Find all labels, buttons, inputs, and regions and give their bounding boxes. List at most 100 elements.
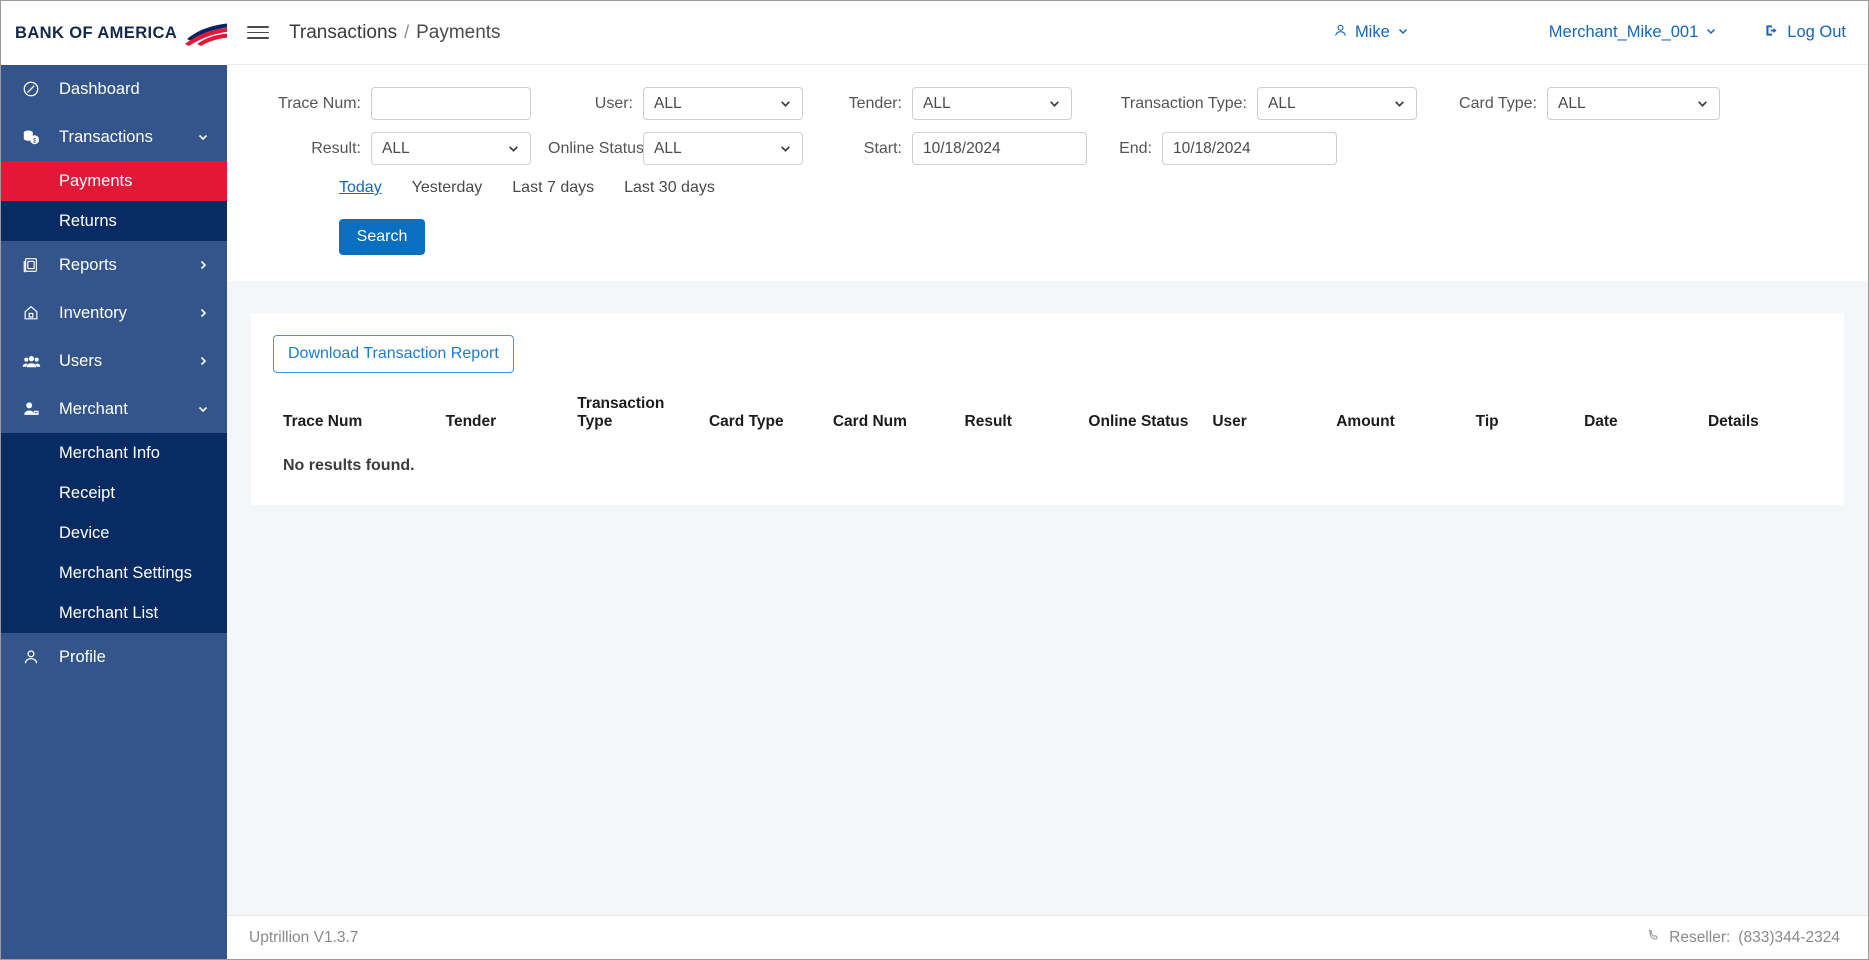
filter-label: Trace Num: bbox=[278, 94, 361, 112]
column-header-tip: Tip bbox=[1475, 413, 1499, 430]
home-box-icon bbox=[20, 304, 42, 322]
chevron-down-icon bbox=[1397, 23, 1409, 42]
sidebar-item-merchant-settings[interactable]: Merchant Settings bbox=[1, 553, 227, 593]
sidebar-subitem-label: Device bbox=[59, 523, 110, 542]
reseller-phone: (833)344-2324 bbox=[1738, 928, 1840, 946]
logout-button[interactable]: Log Out bbox=[1765, 23, 1846, 43]
sidebar-item-label: Reports bbox=[59, 255, 117, 274]
filter-start-date: Start: bbox=[812, 132, 1097, 165]
chevron-down-icon bbox=[507, 142, 520, 155]
column-header-card-num: Card Num bbox=[832, 413, 907, 430]
user-select[interactable]: ALL bbox=[643, 87, 803, 120]
quick-range-yesterday[interactable]: Yesterday bbox=[412, 179, 483, 197]
sidebar-item-merchant[interactable]: Merchant bbox=[1, 385, 227, 433]
sidebar-item-device[interactable]: Device bbox=[1, 513, 227, 553]
sidebar: BANK OF AMERICA Dashboard $ Transactions… bbox=[1, 1, 227, 959]
results-section: Download Transaction Report Trace Num Te… bbox=[227, 281, 1868, 915]
download-transaction-report-button[interactable]: Download Transaction Report bbox=[273, 335, 514, 373]
phone-icon bbox=[1647, 928, 1661, 947]
search-button[interactable]: Search bbox=[339, 219, 425, 255]
start-date-input[interactable] bbox=[912, 132, 1087, 165]
transactions-table-body: No results found. bbox=[273, 443, 1822, 481]
merchant-menu[interactable]: Merchant_Mike_001 bbox=[1549, 23, 1718, 42]
app-window: BANK OF AMERICA Dashboard $ Transactions… bbox=[0, 0, 1869, 960]
table-header-row: Trace Num Tender Transaction Type Card T… bbox=[273, 395, 1822, 443]
sidebar-item-label: Merchant bbox=[59, 399, 128, 418]
user-select-value: ALL bbox=[654, 94, 682, 112]
filter-online-status: Online Status: ALL bbox=[548, 132, 812, 165]
quick-date-ranges: Today Yesterday Last 7 days Last 30 days bbox=[339, 179, 1844, 197]
breadcrumb-parent[interactable]: Transactions bbox=[289, 22, 397, 44]
users-group-icon bbox=[20, 352, 42, 371]
column-header-details: Details bbox=[1707, 413, 1759, 430]
chevron-down-icon bbox=[1393, 97, 1406, 110]
sidebar-item-payments[interactable]: Payments bbox=[1, 161, 227, 201]
column-header-card-type: Card Type bbox=[708, 413, 784, 430]
reseller-label: Reseller: bbox=[1669, 928, 1731, 946]
sidebar-item-merchant-info[interactable]: Merchant Info bbox=[1, 433, 227, 473]
quick-range-last-30-days[interactable]: Last 30 days bbox=[624, 179, 715, 197]
app-version: Uptrillion V1.3.7 bbox=[249, 928, 359, 946]
sidebar-subitem-label: Receipt bbox=[59, 483, 115, 502]
column-header-user: User bbox=[1212, 413, 1247, 430]
sidebar-subitem-label: Returns bbox=[59, 211, 117, 230]
sidebar-item-users[interactable]: Users bbox=[1, 337, 227, 385]
filter-label: Tender: bbox=[848, 94, 902, 112]
filter-card-type: Card Type: ALL bbox=[1427, 87, 1720, 120]
sidebar-item-transactions[interactable]: $ Transactions bbox=[1, 113, 227, 161]
column-header-online-status: Online Status bbox=[1088, 413, 1189, 430]
filter-label: Card Type: bbox=[1459, 94, 1537, 112]
sidebar-item-returns[interactable]: Returns bbox=[1, 201, 227, 241]
result-select-value: ALL bbox=[382, 139, 410, 157]
hamburger-icon[interactable] bbox=[247, 22, 269, 44]
transaction-type-select-value: ALL bbox=[1268, 94, 1296, 112]
user-menu[interactable]: Mike bbox=[1333, 23, 1409, 43]
sidebar-submenu-merchant: Merchant Info Receipt Device Merchant Se… bbox=[1, 433, 227, 633]
filter-label: Online Status: bbox=[548, 139, 649, 157]
trace-num-input[interactable] bbox=[371, 87, 531, 120]
chevron-down-icon bbox=[1705, 23, 1717, 42]
tender-select-value: ALL bbox=[923, 94, 951, 112]
transactions-table: Trace Num Tender Transaction Type Card T… bbox=[273, 395, 1822, 481]
card-type-select[interactable]: ALL bbox=[1547, 87, 1720, 120]
sidebar-item-inventory[interactable]: Inventory bbox=[1, 289, 227, 337]
filter-panel: Trace Num: User: ALL Tender: ALL Transac… bbox=[227, 65, 1868, 281]
sidebar-item-profile[interactable]: Profile bbox=[1, 633, 227, 681]
filter-result: Result: ALL bbox=[251, 132, 548, 165]
filter-user: User: ALL bbox=[548, 87, 812, 120]
filter-label: Start: bbox=[863, 139, 902, 157]
reseller-info: Reseller: (833)344-2324 bbox=[1647, 928, 1840, 947]
results-card: Download Transaction Report Trace Num Te… bbox=[251, 313, 1844, 505]
column-header-transaction-type: Transaction Type bbox=[577, 395, 665, 430]
sidebar-subitem-label: Merchant Settings bbox=[59, 563, 192, 582]
money-coins-icon: $ bbox=[20, 128, 42, 146]
transaction-type-select[interactable]: ALL bbox=[1257, 87, 1417, 120]
sidebar-item-merchant-list[interactable]: Merchant List bbox=[1, 593, 227, 633]
end-date-input[interactable] bbox=[1162, 132, 1337, 165]
filter-row-2: Result: ALL Online Status: ALL Start: 10… bbox=[251, 132, 1844, 165]
sidebar-item-dashboard[interactable]: Dashboard bbox=[1, 65, 227, 113]
quick-range-last-7-days[interactable]: Last 7 days bbox=[512, 179, 594, 197]
brand-logo: BANK OF AMERICA bbox=[1, 1, 227, 65]
sidebar-item-label: Profile bbox=[59, 647, 106, 666]
column-header-tender: Tender bbox=[445, 413, 497, 430]
sidebar-item-label: Users bbox=[59, 351, 103, 370]
profile-person-icon bbox=[20, 648, 42, 666]
sidebar-item-reports[interactable]: Reports bbox=[1, 241, 227, 289]
online-status-select[interactable]: ALL bbox=[643, 132, 803, 165]
result-select[interactable]: ALL bbox=[371, 132, 531, 165]
chevron-down-icon bbox=[779, 142, 792, 155]
column-header-amount: Amount bbox=[1336, 413, 1395, 430]
filter-row-1: Trace Num: User: ALL Tender: ALL Transac… bbox=[251, 87, 1844, 120]
user-menu-label: Mike bbox=[1354, 23, 1390, 41]
user-badge-icon bbox=[20, 400, 42, 418]
main-area: Transactions / Payments Mike Merchant_Mi… bbox=[227, 1, 1868, 959]
filter-tender: Tender: ALL bbox=[812, 87, 1082, 120]
footer: Uptrillion V1.3.7 Reseller: (833)344-232… bbox=[227, 915, 1868, 959]
chevron-right-icon bbox=[197, 259, 209, 271]
quick-range-today[interactable]: Today bbox=[339, 179, 382, 197]
table-empty-row: No results found. bbox=[273, 443, 1822, 481]
tender-select[interactable]: ALL bbox=[912, 87, 1072, 120]
chevron-down-icon bbox=[1048, 97, 1061, 110]
sidebar-item-receipt[interactable]: Receipt bbox=[1, 473, 227, 513]
